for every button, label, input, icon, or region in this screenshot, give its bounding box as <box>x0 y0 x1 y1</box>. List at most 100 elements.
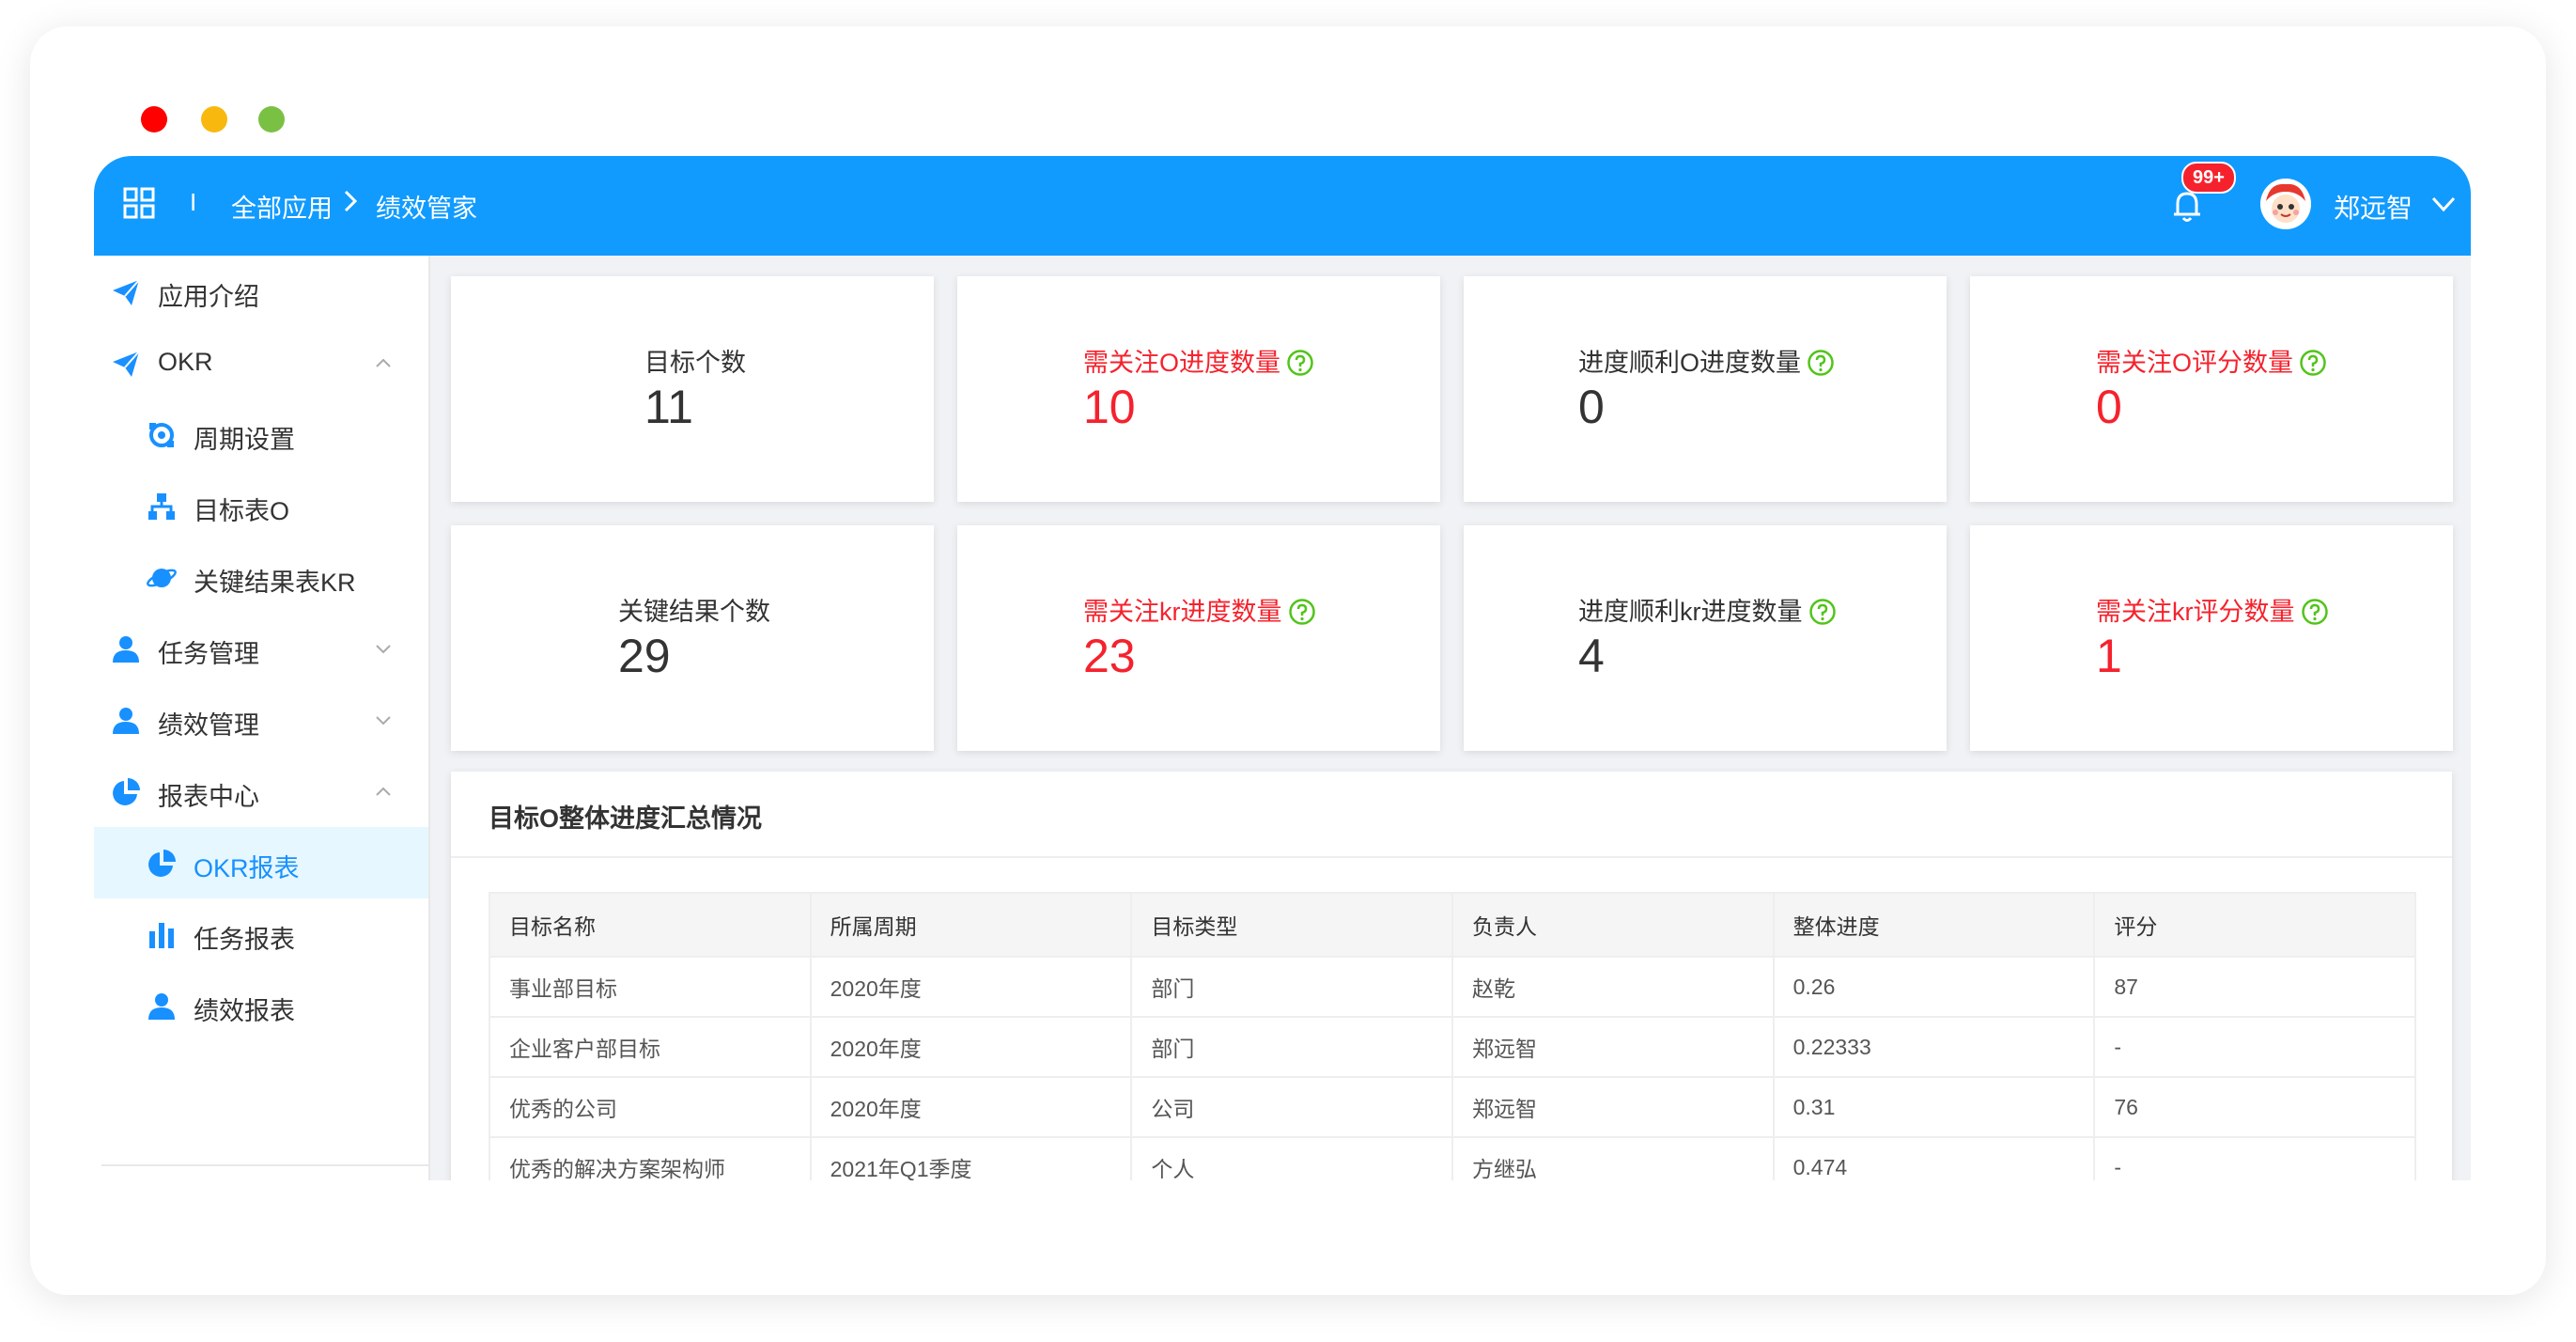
help-icon[interactable] <box>1288 598 1316 626</box>
chevron-down-icon <box>376 716 391 726</box>
column-header[interactable]: 整体进度 <box>1772 892 2096 958</box>
help-icon[interactable] <box>2299 349 2327 377</box>
table-cell: 87 <box>2093 956 2416 1018</box>
table-cell: 0.22333 <box>1772 1016 2096 1078</box>
chevron-up-icon <box>376 358 391 367</box>
stat-value: 4 <box>1578 630 1605 682</box>
apps-grid-icon[interactable] <box>122 186 156 220</box>
table-cell: 优秀的解决方案架构师 <box>489 1136 812 1180</box>
stat-card-o-score-attention: 需关注O评分数量 0 <box>1970 276 2453 502</box>
table-cell: - <box>2093 1136 2416 1180</box>
sidebar-item-label: 绩效管理 <box>158 711 259 740</box>
sidebar-item-app-intro[interactable]: 应用介绍 <box>94 256 428 327</box>
stat-label: 需关注O评分数量 <box>2096 349 2294 377</box>
panel-divider <box>451 856 2452 858</box>
username[interactable]: 郑远智 <box>2334 188 2413 226</box>
column-header[interactable]: 目标类型 <box>1130 892 1453 958</box>
stat-label: 目标个数 <box>644 349 746 377</box>
table-cell: - <box>2093 1016 2416 1078</box>
stat-label-group: 需关注kr评分数量 <box>2096 591 2329 628</box>
chevron-down-icon[interactable] <box>2429 190 2458 218</box>
table-cell: 2021年Q1季度 <box>809 1136 1133 1180</box>
window-close-dot[interactable] <box>141 106 167 133</box>
avatar-image <box>2260 179 2311 229</box>
breadcrumb-separator: I <box>190 188 197 216</box>
stat-label: 需关注kr进度数量 <box>1083 598 1282 626</box>
table-row[interactable]: 优秀的公司 2020年度 公司 郑远智 0.31 76 <box>489 1076 2416 1138</box>
app-window: I 全部应用 绩效管家 99+ 郑远智 应用介绍 OKR 周期设置 目标表O 关… <box>94 156 2471 1180</box>
stat-label-group: 进度顺利O进度数量 <box>1578 342 1835 379</box>
stat-value: 0 <box>1578 381 1605 433</box>
summary-table: 目标名称 所属周期 目标类型 负责人 整体进度 评分 事业部目标 2020年度 … <box>489 892 2416 1180</box>
help-icon[interactable] <box>1808 598 1837 626</box>
sidebar-item-label: 目标表O <box>194 497 290 525</box>
table-row[interactable]: 企业客户部目标 2020年度 部门 郑远智 0.22333 - <box>489 1016 2416 1078</box>
sidebar-item-cycle-settings[interactable]: 周期设置 <box>94 398 428 470</box>
sidebar-divider <box>101 1164 428 1166</box>
stat-label: 需关注kr评分数量 <box>2096 598 2295 626</box>
stat-card-kr-progress-smooth: 进度顺利kr进度数量 4 <box>1464 525 1947 751</box>
avatar[interactable] <box>2260 179 2311 229</box>
stat-value: 23 <box>1083 630 1136 682</box>
help-icon[interactable] <box>1286 349 1314 377</box>
table-cell: 优秀的公司 <box>489 1076 812 1138</box>
sidebar-item-okr-report[interactable]: OKR报表 <box>94 827 428 898</box>
table-cell: 企业客户部目标 <box>489 1016 812 1078</box>
user-icon <box>113 708 139 734</box>
table-cell: 公司 <box>1130 1076 1453 1138</box>
window-maximize-dot[interactable] <box>258 106 285 133</box>
sidebar-item-label: OKR报表 <box>194 854 300 882</box>
top-bar: I 全部应用 绩效管家 99+ 郑远智 <box>94 156 2471 256</box>
planet-icon <box>147 569 177 587</box>
table-cell: 0.31 <box>1772 1076 2096 1138</box>
table-header-row: 目标名称 所属周期 目标类型 负责人 整体进度 评分 <box>489 892 2416 958</box>
sidebar-item-report-center[interactable]: 报表中心 <box>94 756 428 827</box>
stat-card-o-progress-attention: 需关注O进度数量 10 <box>957 276 1440 502</box>
table-cell: 0.26 <box>1772 956 2096 1018</box>
panel-title: 目标O整体进度汇总情况 <box>489 804 763 833</box>
stat-card-key-result-count: 关键结果个数 29 <box>451 525 934 751</box>
sidebar-item-performance-management[interactable]: 绩效管理 <box>94 684 428 756</box>
help-icon[interactable] <box>2301 598 2329 626</box>
help-icon[interactable] <box>1807 349 1835 377</box>
stat-label: 进度顺利kr进度数量 <box>1578 598 1803 626</box>
column-header[interactable]: 所属周期 <box>809 892 1133 958</box>
table-row[interactable]: 事业部目标 2020年度 部门 赵乾 0.26 87 <box>489 956 2416 1018</box>
org-tree-icon <box>148 493 175 520</box>
sidebar-item-task-management[interactable]: 任务管理 <box>94 613 428 684</box>
table-cell: 个人 <box>1130 1136 1453 1180</box>
stat-card-objective-count: 目标个数 11 <box>451 276 934 502</box>
table-cell: 赵乾 <box>1451 956 1775 1018</box>
sidebar-item-performance-report[interactable]: 绩效报表 <box>94 970 428 1041</box>
send-icon <box>113 351 140 377</box>
stat-label-group: 进度顺利kr进度数量 <box>1578 591 1837 628</box>
stat-label: 关键结果个数 <box>618 598 770 626</box>
cycle-icon <box>149 423 174 447</box>
column-header[interactable]: 评分 <box>2093 892 2416 958</box>
sidebar-item-key-results[interactable]: 关键结果表KR <box>94 541 428 613</box>
objective-progress-summary-panel: 目标O整体进度汇总情况 目标名称 所属周期 目标类型 负责人 整体进度 评分 事 <box>451 772 2452 1180</box>
breadcrumb-all-apps[interactable]: 全部应用 <box>231 188 333 225</box>
table-cell: 事业部目标 <box>489 956 812 1018</box>
chevron-up-icon <box>376 787 391 796</box>
column-header[interactable]: 目标名称 <box>489 892 812 958</box>
table-cell: 2020年度 <box>809 1016 1133 1078</box>
sidebar-item-okr[interactable]: OKR <box>94 327 428 398</box>
notification-badge: 99+ <box>2181 162 2236 194</box>
table-cell: 郑远智 <box>1451 1076 1775 1138</box>
column-header[interactable]: 负责人 <box>1451 892 1775 958</box>
stat-label-group: 需关注O评分数量 <box>2096 342 2327 379</box>
pie-icon <box>148 850 176 877</box>
send-icon <box>113 279 140 305</box>
table-cell: 2020年度 <box>809 956 1133 1018</box>
sidebar-item-objectives[interactable]: 目标表O <box>94 470 428 541</box>
stat-value: 0 <box>2096 381 2122 433</box>
stat-label: 进度顺利O进度数量 <box>1578 349 1802 377</box>
sidebar-item-task-report[interactable]: 任务报表 <box>94 898 428 970</box>
table-row[interactable]: 优秀的解决方案架构师 2021年Q1季度 个人 方继弘 0.474 - <box>489 1136 2416 1180</box>
window-minimize-dot[interactable] <box>201 106 227 133</box>
stat-value: 29 <box>618 630 671 682</box>
breadcrumb-current: 绩效管家 <box>376 195 477 223</box>
stat-label: 需关注O进度数量 <box>1083 349 1281 377</box>
sidebar-item-label: 报表中心 <box>158 783 259 811</box>
